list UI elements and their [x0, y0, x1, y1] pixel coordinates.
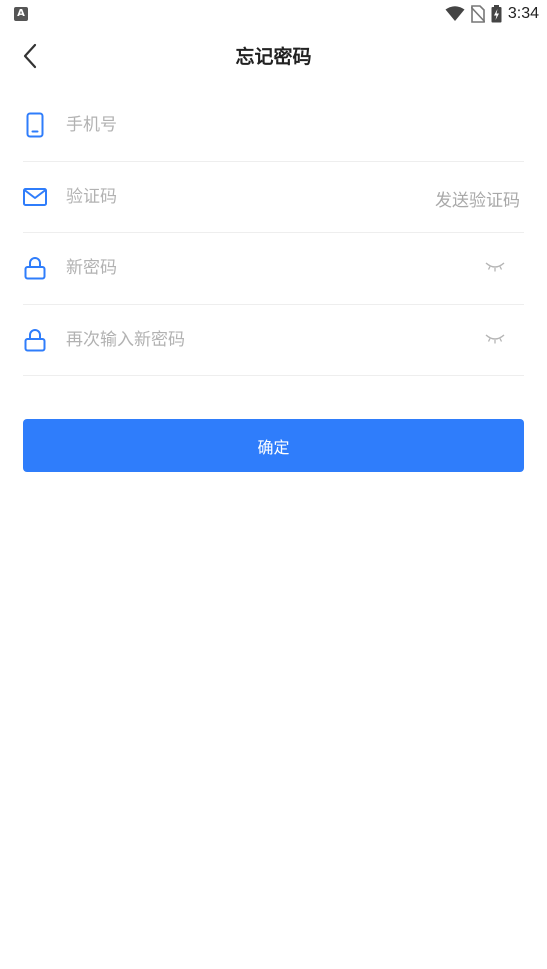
eye-closed-icon — [485, 333, 505, 343]
wifi-icon — [445, 6, 465, 21]
reset-password-form: 发送验证码 — [23, 90, 524, 376]
confirm-password-visibility-toggle[interactable] — [484, 329, 506, 349]
verification-code-input[interactable] — [66, 161, 396, 232]
phone-icon — [23, 112, 47, 138]
new-password-input[interactable] — [66, 233, 396, 303]
status-icons: 3:34 — [445, 4, 539, 24]
header: 忘记密码 — [0, 28, 547, 84]
status-time: 3:34 — [507, 5, 539, 22]
notification-app-icon: A — [14, 7, 28, 21]
battery-charging-icon — [491, 5, 502, 23]
send-code-button[interactable]: 发送验证码 — [435, 186, 520, 211]
confirm-password-row — [23, 304, 524, 376]
status-bar: A 3:34 — [0, 0, 547, 28]
phone-row — [23, 90, 524, 162]
page-title: 忘记密码 — [235, 46, 312, 68]
eye-closed-icon — [485, 262, 505, 272]
mail-icon — [23, 185, 47, 209]
lock-icon — [23, 256, 47, 280]
confirm-password-input[interactable] — [66, 304, 396, 375]
new-password-row — [23, 233, 524, 305]
lock-icon — [23, 328, 47, 352]
no-sim-icon — [470, 5, 485, 23]
new-password-visibility-toggle[interactable] — [484, 257, 506, 277]
phone-input[interactable] — [66, 90, 396, 160]
code-row: 发送验证码 — [23, 161, 524, 233]
confirm-button[interactable]: 确定 — [23, 419, 524, 472]
